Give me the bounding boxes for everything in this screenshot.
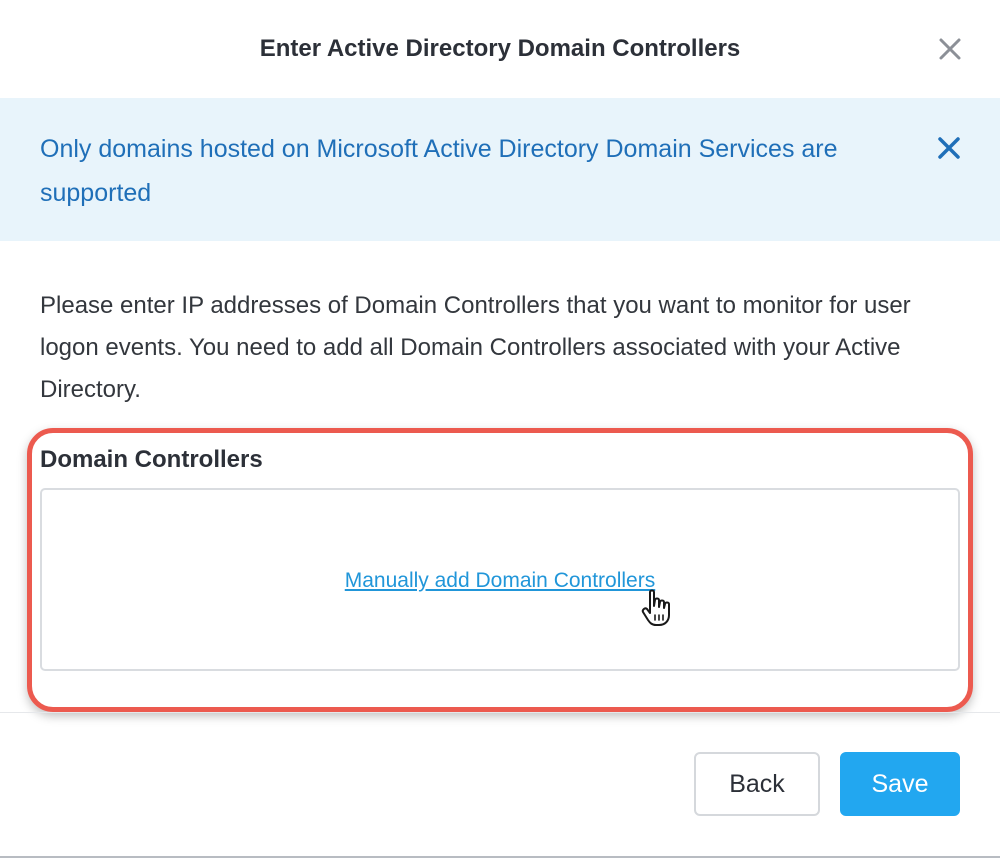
save-button[interactable]: Save [840,752,960,816]
banner-message: Only domains hosted on Microsoft Active … [40,135,838,207]
domain-controllers-label: Domain Controllers [40,446,263,473]
footer-divider [0,712,1000,713]
manually-add-domain-controllers-link[interactable]: Manually add Domain Controllers [0,566,1000,596]
dialog: Enter Active Directory Domain Controller… [0,0,1000,858]
back-button[interactable]: Back [694,752,820,816]
dialog-title: Enter Active Directory Domain Controller… [259,35,741,62]
banner-close-icon[interactable] [932,131,966,165]
description-text: Please enter IP addresses of Domain Cont… [40,292,911,403]
close-icon[interactable] [934,33,966,65]
